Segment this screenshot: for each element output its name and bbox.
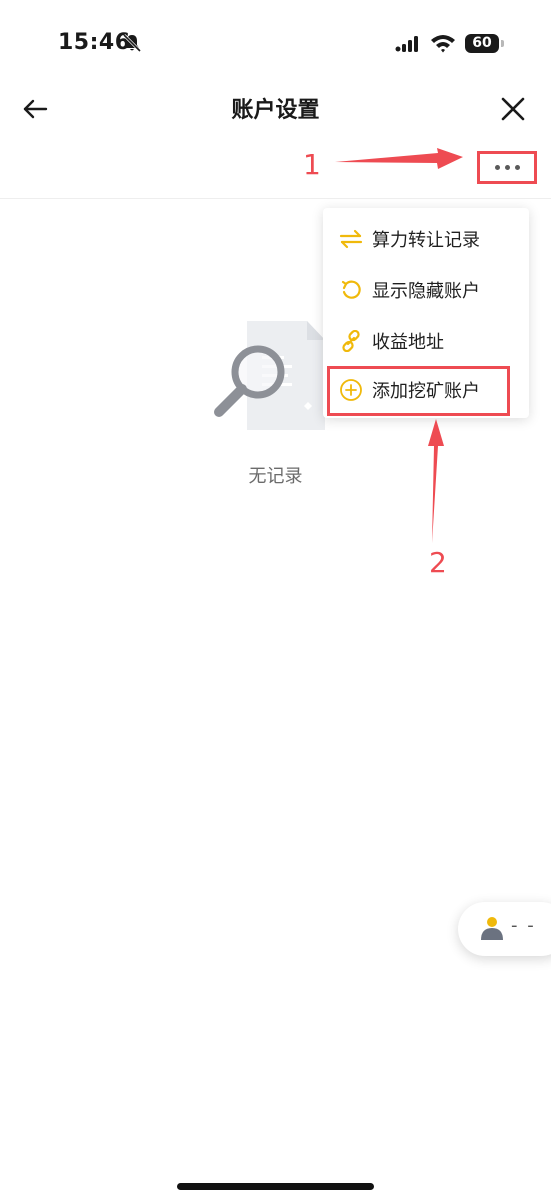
nav-bar: 账户设置 (0, 80, 551, 136)
bell-muted-icon (122, 33, 142, 53)
annotation-step-1: 1 (303, 148, 321, 181)
menu-item-earnings-address[interactable]: 收益地址 (323, 316, 529, 366)
menu-item-transfer-record[interactable]: 算力转让记录 (323, 214, 529, 264)
link-icon (338, 328, 364, 354)
menu-item-label: 算力转让记录 (372, 230, 480, 251)
more-options-menu: 算力转让记录 显示隐藏账户 收益地址 添加挖矿账户 (323, 208, 529, 418)
status-bar: 15:46 60 (0, 0, 551, 80)
annotation-arrow-1 (335, 148, 463, 169)
transfer-icon (338, 226, 364, 252)
back-arrow-icon[interactable] (20, 94, 50, 124)
menu-item-label: 添加挖矿账户 (372, 381, 480, 402)
empty-search-icon (214, 321, 325, 430)
status-time: 15:46 (58, 30, 131, 55)
user-pill-text: - - (511, 915, 536, 936)
battery-indicator: 60 (465, 34, 499, 53)
header-divider (0, 198, 551, 199)
user-avatar-icon (481, 917, 503, 940)
plus-circle-icon (338, 377, 364, 403)
menu-item-show-hidden-accounts[interactable]: 显示隐藏账户 (323, 265, 529, 315)
battery-tip (501, 40, 504, 47)
page-title: 账户设置 (231, 98, 320, 123)
annotation-arrows (335, 148, 463, 543)
home-indicator (177, 1183, 374, 1190)
empty-state-text: 无记录 (248, 466, 303, 487)
more-dot-icon (494, 165, 500, 170)
more-dot-icon (514, 165, 520, 170)
menu-item-add-mining-account[interactable]: 添加挖矿账户 (323, 365, 529, 415)
wifi-icon (431, 35, 455, 53)
close-icon[interactable] (498, 94, 528, 124)
undo-icon (338, 277, 364, 303)
floating-user-button[interactable]: - - (458, 902, 551, 956)
more-options-button[interactable] (477, 151, 537, 184)
menu-item-label: 显示隐藏账户 (372, 281, 480, 302)
menu-item-label: 收益地址 (372, 332, 444, 353)
more-dot-icon (504, 165, 510, 170)
signal-icon (395, 36, 418, 52)
annotation-step-2: 2 (429, 546, 447, 579)
